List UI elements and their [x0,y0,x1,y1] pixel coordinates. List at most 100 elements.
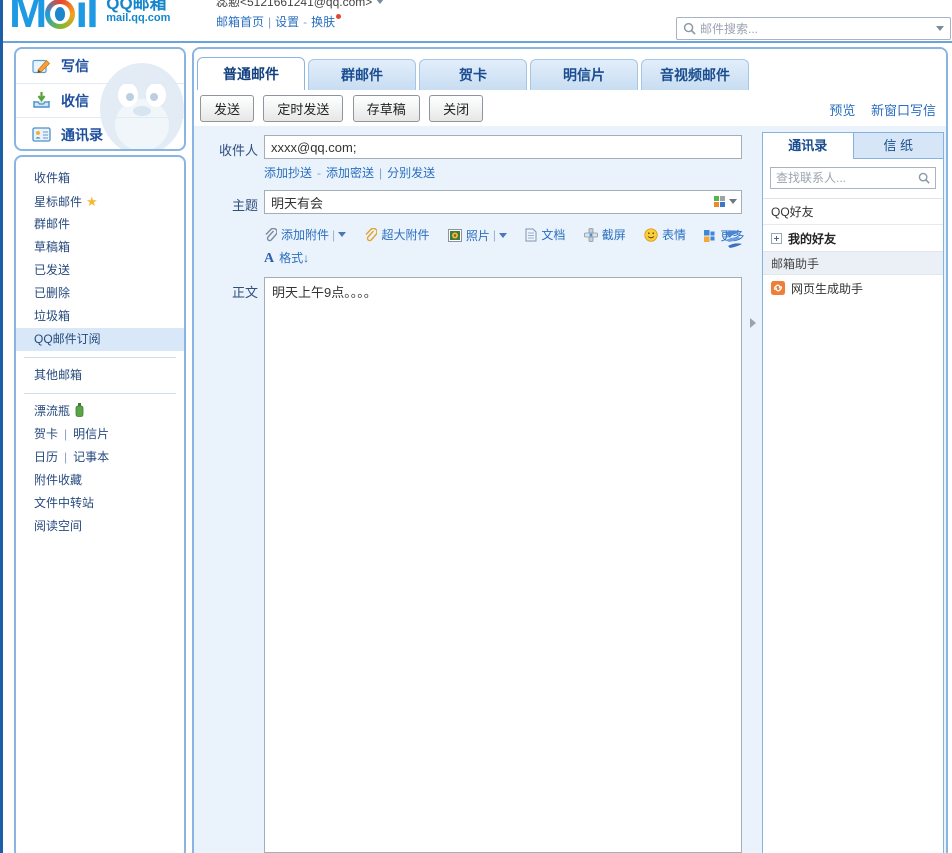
subject-template-dropdown[interactable] [714,196,737,207]
header-divider [3,41,952,43]
more-grid-icon [704,230,716,242]
tool-greeting-postcard: 贺卡|明信片 [16,423,184,446]
folder-starred[interactable]: 星标邮件★ [16,190,184,213]
tab-greeting-card[interactable]: 贺卡 [419,59,527,90]
new-window-compose-link[interactable]: 新窗口写信 [871,103,936,118]
contact-search-area [763,159,943,199]
contact-search-icon[interactable] [918,172,930,184]
contact-search-box[interactable] [770,167,936,189]
qq-mail-compose-page: Mil QQ邮箱 mail.qq.com 惢憅<5121661241@qq.co… [0,0,952,853]
nav-mail-home-link[interactable]: 邮箱首页 [216,15,264,29]
header: Mil QQ邮箱 mail.qq.com 惢憅<5121661241@qq.co… [3,0,952,41]
tool-calendar-notes: 日历|记事本 [16,446,184,469]
photo-button[interactable]: 照片 | [448,227,507,244]
contact-search-input[interactable] [776,171,918,185]
color-grid-icon [714,196,725,207]
photo-dropdown-icon[interactable] [499,233,507,238]
tab-stationery[interactable]: 信 纸 [854,133,944,159]
tool-calendar-link[interactable]: 日历 [34,450,58,464]
folder-group-mail[interactable]: 群邮件 [16,213,184,236]
folder-sent[interactable]: 已发送 [16,259,184,282]
body-textarea[interactable]: 明天上午9点。。。。 [264,277,742,853]
sidebar-item-inbox-check[interactable]: 收信 [16,83,184,117]
nav-dash: - [303,15,307,29]
folder-divider [24,357,176,358]
cc-bcc-links: 添加抄送-添加密送|分别发送 [264,164,435,181]
tool-attachment-collection[interactable]: 附件收藏 [16,469,184,492]
mail-search-box[interactable] [676,17,951,40]
add-bcc-link[interactable]: 添加密送 [326,166,374,180]
logo-letters-il: il [75,0,97,37]
new-badge-dot [336,14,341,19]
preview-link[interactable]: 预览 [829,103,855,118]
tab-av-mail[interactable]: 音视频邮件 [641,59,749,90]
document-icon [525,228,537,242]
attachment-dropdown-icon[interactable] [338,232,346,237]
tool-file-transfer[interactable]: 文件中转站 [16,492,184,515]
web-page-assistant-item[interactable]: 网页生成助手 [763,275,943,301]
receive-label: 收信 [61,91,89,111]
tab-normal-mail[interactable]: 普通邮件 [197,57,305,90]
paperclip-large-icon [364,228,377,242]
logo-letter-m: M [9,0,45,37]
tool-postcard-link[interactable]: 明信片 [73,427,109,441]
group-qq-friends[interactable]: QQ好友 [763,199,943,225]
logo-ring-icon [45,0,75,29]
add-cc-link[interactable]: 添加抄送 [264,166,312,180]
add-attachment-button[interactable]: 添加附件 | [264,226,346,243]
tool-notebook-link[interactable]: 记事本 [73,450,109,464]
expand-plus-icon[interactable] [771,233,782,244]
emoticon-button[interactable]: 表情 [644,226,686,243]
attachment-toolbar: 添加附件 | 超大附件 照片 | 文档 [264,226,744,245]
nav-skin-link[interactable]: 换肤 [311,15,335,29]
contacts-panel: 通讯录 信 纸 QQ好友 我的好友 邮箱助手 网页生成助手 [762,132,944,853]
subject-label: 主题 [198,195,258,214]
folder-deleted[interactable]: 已删除 [16,282,184,305]
folder-spam[interactable]: 垃圾箱 [16,305,184,328]
account-line[interactable]: 惢憅<5121661241@qq.com> [216,0,384,7]
save-draft-button[interactable]: 存草稿 [353,95,420,122]
search-scope-dropdown-icon[interactable] [936,26,944,31]
group-mail-assistant[interactable]: 邮箱助手 [763,251,943,275]
nav-settings-link[interactable]: 设置 [275,15,299,29]
body-label: 正文 [198,282,258,301]
logo-domain: mail.qq.com [106,13,170,25]
compose-toolbar: 发送 定时发送 存草稿 关闭 预览 新窗口写信 [194,90,946,126]
qqmail-logo[interactable]: Mil QQ邮箱 mail.qq.com [9,0,170,38]
account-dropdown-icon[interactable] [376,0,384,4]
screenshot-button[interactable]: 截屏 [584,226,626,243]
scheduled-send-button[interactable]: 定时发送 [263,95,343,122]
sidebar-item-contacts[interactable]: 通讯录 [16,117,184,151]
folder-qq-subscriptions[interactable]: QQ邮件订阅 [16,328,184,351]
panel-collapse-arrow-icon[interactable] [750,318,756,328]
tab-contacts[interactable]: 通讯录 [763,133,854,159]
main-compose-box: 普通邮件群邮件贺卡明信片音视频邮件 发送 定时发送 存草稿 关闭 预览 新窗口写… [192,47,948,853]
folder-inbox[interactable]: 收件箱 [16,167,184,190]
close-button[interactable]: 关闭 [429,95,483,122]
format-a-icon: A [264,251,274,266]
tab-group-mail[interactable]: 群邮件 [308,59,416,90]
toolbar-right-links: 预览 新窗口写信 [817,100,936,119]
chevron-down-icon [729,199,737,204]
sidebar-item-compose[interactable]: 写信 [16,49,184,83]
sidebar-folders-box: 收件箱 星标邮件★ 群邮件 草稿箱 已发送 已删除 垃圾箱 QQ邮件订阅 其他邮… [14,155,186,853]
mail-search-input[interactable] [700,22,932,36]
send-button[interactable]: 发送 [200,95,254,122]
format-toggle[interactable]: A格式↓ [264,249,309,267]
large-attachment-button[interactable]: 超大附件 [364,226,429,243]
subject-input[interactable] [264,190,742,214]
screenshot-icon [584,228,598,242]
send-separately-link[interactable]: 分别发送 [387,166,435,180]
mail-type-tabs: 普通邮件群邮件贺卡明信片音视频邮件 [194,49,946,90]
folder-other-mailbox[interactable]: 其他邮箱 [16,364,184,387]
tool-drift-bottle[interactable]: 漂流瓶 [16,400,184,423]
to-input[interactable] [264,135,742,159]
my-friends-item[interactable]: 我的好友 [763,225,943,251]
document-button[interactable]: 文档 [525,226,565,243]
tool-greeting-card-link[interactable]: 贺卡 [34,427,58,441]
bottle-icon [75,403,84,417]
folder-drafts[interactable]: 草稿箱 [16,236,184,259]
tool-reading-space[interactable]: 阅读空间 [16,515,184,538]
tab-postcard[interactable]: 明信片 [530,59,638,90]
contacts-panel-tabs: 通讯录 信 纸 [763,133,943,159]
